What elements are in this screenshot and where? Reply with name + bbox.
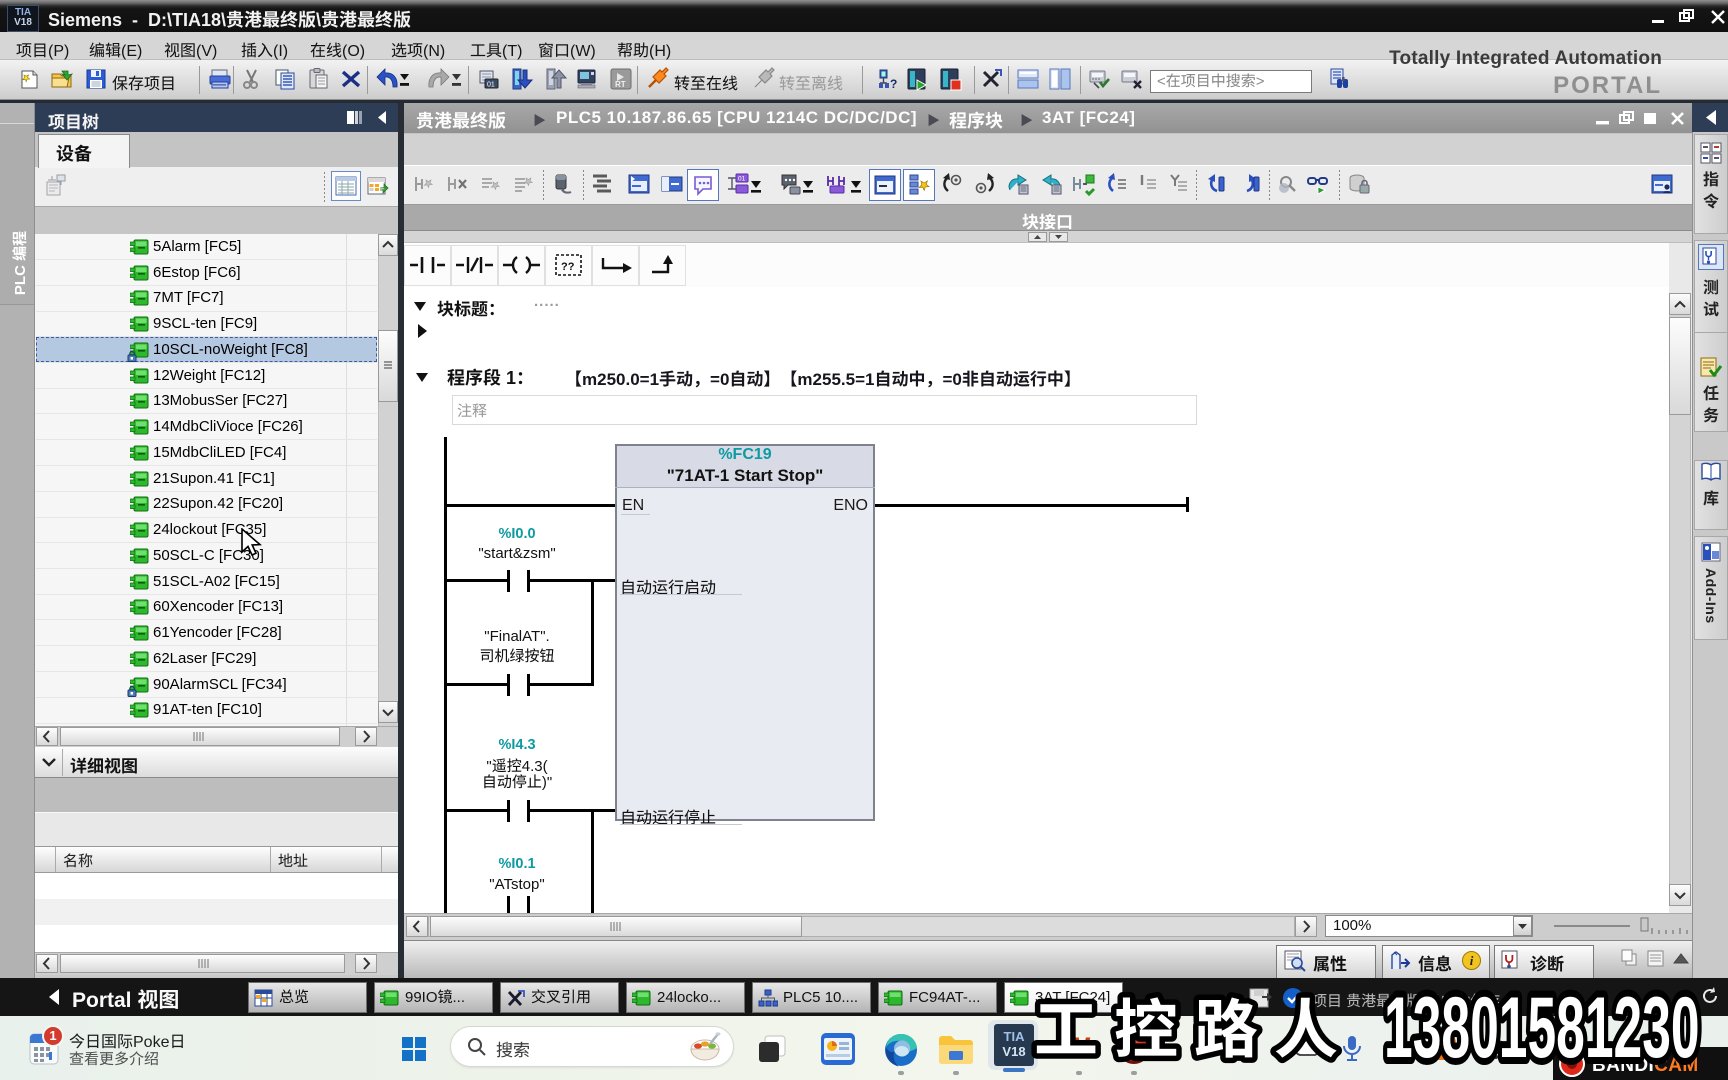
svg-text:工控路人: 工控路人	[1034, 994, 1354, 1066]
svg-text:01: 01	[487, 82, 495, 89]
svg-text:?: ?	[890, 77, 897, 91]
svg-text:13801581230: 13801581230	[1384, 981, 1700, 1077]
svg-text:RT: RT	[615, 80, 626, 89]
svg-text:01: 01	[738, 176, 746, 183]
svg-text:??: ??	[561, 261, 575, 273]
